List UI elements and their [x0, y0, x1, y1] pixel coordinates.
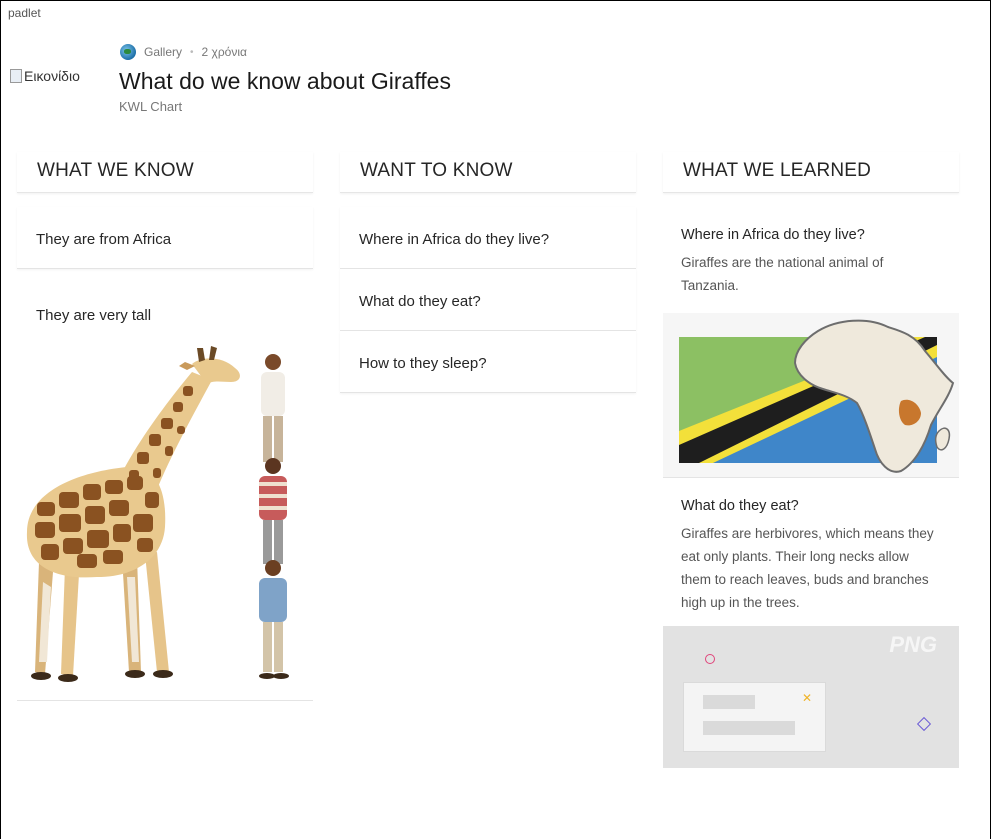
stacked-people — [259, 354, 289, 679]
placeholder-bar — [703, 721, 795, 735]
post-title: How to they sleep? — [359, 355, 487, 372]
circle-shape-icon — [705, 654, 715, 664]
column-title: WHAT WE LEARNED — [683, 160, 872, 181]
tanzania-map-image[interactable] — [663, 313, 959, 478]
column-header: WANT TO KNOW — [340, 152, 636, 193]
giraffe-illustration — [26, 346, 289, 682]
board-age: 2 χρόνια — [201, 45, 247, 59]
png-placeholder-image[interactable]: PNG ✕ — [663, 626, 959, 768]
broken-image-icon — [10, 69, 22, 83]
post-title: What do they eat? — [359, 293, 481, 310]
column-what-we-learned: WHAT WE LEARNED Where in Africa do they … — [663, 152, 959, 768]
post-card[interactable]: What do they eat? — [340, 269, 636, 331]
board-subtitle: KWL Chart — [119, 99, 183, 114]
placeholder-bar — [703, 695, 755, 709]
cross-shape-icon: ✕ — [802, 691, 813, 705]
column-header: WHAT WE KNOW — [17, 152, 313, 193]
app-name: padlet — [8, 6, 41, 20]
board-title: What do we know about Giraffes — [119, 68, 451, 94]
post-card[interactable]: They are very tall — [17, 283, 313, 701]
tanzania-flag-africa — [679, 319, 955, 473]
column-header: WHAT WE LEARNED — [663, 152, 959, 193]
png-label: PNG — [889, 632, 937, 657]
gallery-link[interactable]: Gallery — [144, 45, 182, 59]
post-body: Giraffes are the national animal of Tanz… — [681, 255, 884, 293]
post-card[interactable]: Where in Africa do they live? — [340, 207, 636, 269]
post-body: Giraffes are herbivores, which means the… — [681, 526, 934, 610]
post-card[interactable]: They are from Africa — [17, 207, 313, 269]
giraffe-height-image[interactable] — [17, 342, 313, 701]
column-title: WHAT WE KNOW — [37, 160, 194, 181]
board-thumbnail: Εικονίδιο — [10, 68, 80, 84]
post-title: What do they eat? — [681, 498, 799, 514]
column-title: WANT TO KNOW — [360, 160, 513, 181]
column-what-we-know: WHAT WE KNOW They are from Africa They a… — [17, 152, 313, 701]
board-thumbnail-alt: Εικονίδιο — [24, 68, 80, 84]
separator-dot: • — [190, 46, 194, 58]
post-card[interactable]: What do they eat? Giraffes are herbivore… — [663, 478, 959, 768]
board-meta: Gallery • 2 χρόνια — [120, 44, 247, 60]
post-title: They are very tall — [36, 307, 152, 324]
globe-icon — [120, 44, 136, 60]
column-want-to-know: WANT TO KNOW Where in Africa do they liv… — [340, 152, 636, 393]
placeholder-card: ✕ — [683, 682, 826, 752]
post-title: Where in Africa do they live? — [681, 227, 865, 243]
post-card[interactable]: Where in Africa do they live? Giraffes a… — [663, 207, 959, 478]
diamond-shape-icon — [916, 716, 932, 732]
post-title: Where in Africa do they live? — [359, 231, 550, 248]
post-card[interactable]: How to they sleep? — [340, 331, 636, 393]
post-title: They are from Africa — [36, 231, 172, 248]
